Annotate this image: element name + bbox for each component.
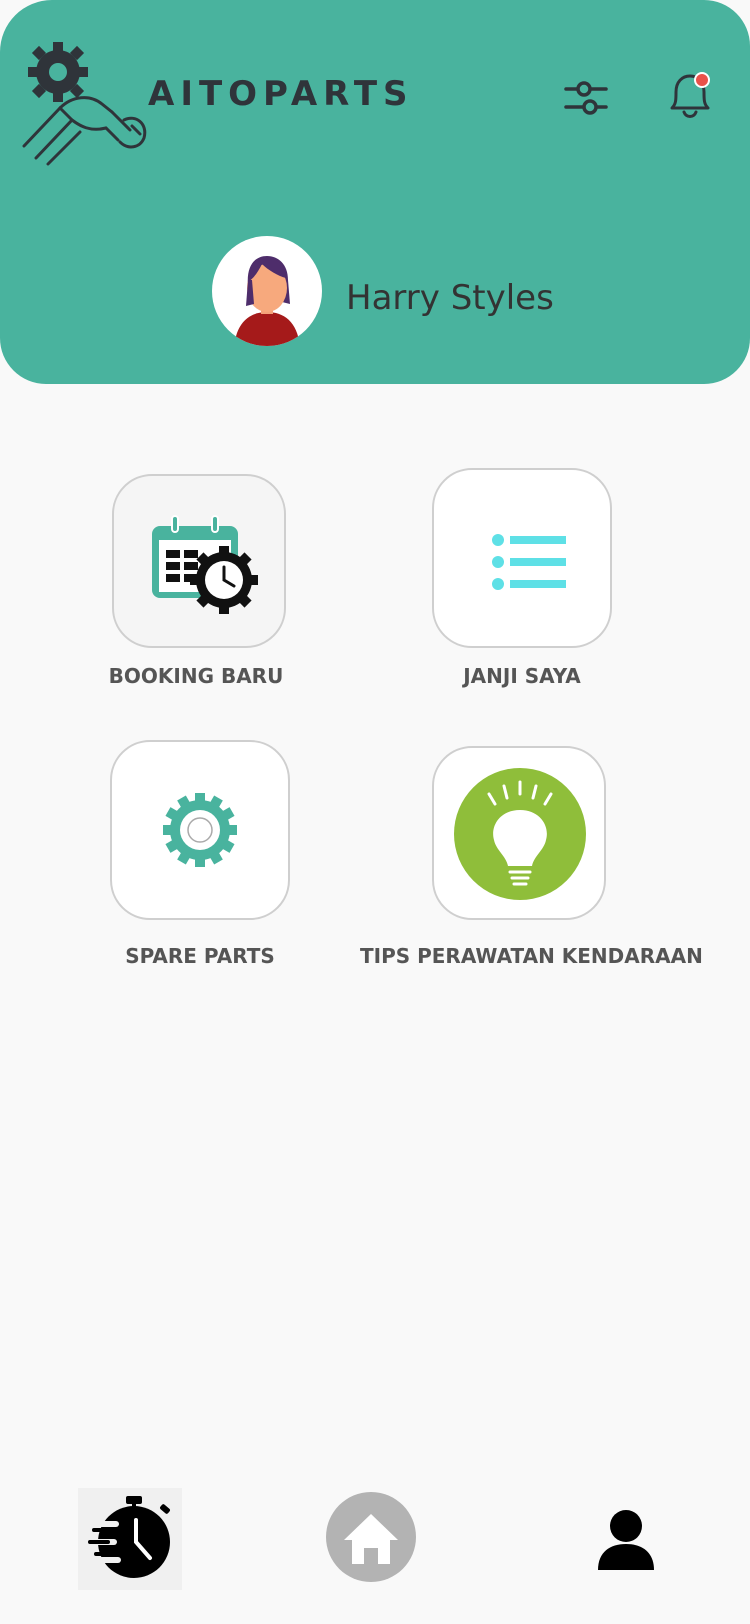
filter-sliders-icon[interactable]	[562, 74, 610, 122]
header-banner: AITOPARTS Harry Styles	[0, 0, 750, 384]
janji-saya-label: JANJI SAYA	[463, 664, 581, 688]
user-avatar-icon	[234, 256, 300, 346]
avatar[interactable]	[212, 236, 322, 346]
spare-parts-button[interactable]	[110, 740, 290, 920]
wrench-gear-logo-icon	[22, 42, 147, 166]
list-icon	[492, 534, 566, 590]
calendar-gear-icon	[152, 515, 258, 614]
history-clock-icon	[79, 1496, 170, 1578]
profile-icon	[598, 1510, 654, 1570]
gear-icon	[163, 793, 237, 867]
booking-baru-button[interactable]	[112, 474, 286, 648]
nav-home-button[interactable]	[326, 1492, 416, 1582]
booking-baru-label: BOOKING BARU	[108, 664, 284, 688]
tips-perawatan-button[interactable]	[432, 746, 606, 920]
janji-saya-button[interactable]	[432, 468, 612, 648]
nav-history-button[interactable]	[78, 1488, 182, 1590]
tips-perawatan-label: TIPS PERAWATAN KENDARAAN	[360, 944, 703, 968]
home-icon	[326, 1492, 416, 1582]
lightbulb-icon	[454, 768, 586, 900]
nav-profile-button[interactable]	[596, 1508, 656, 1570]
username-label: Harry Styles	[346, 278, 554, 318]
brand-title: AITOPARTS	[148, 74, 414, 114]
notification-bell-icon[interactable]	[664, 70, 716, 122]
spare-parts-label: SPARE PARTS	[125, 944, 275, 968]
